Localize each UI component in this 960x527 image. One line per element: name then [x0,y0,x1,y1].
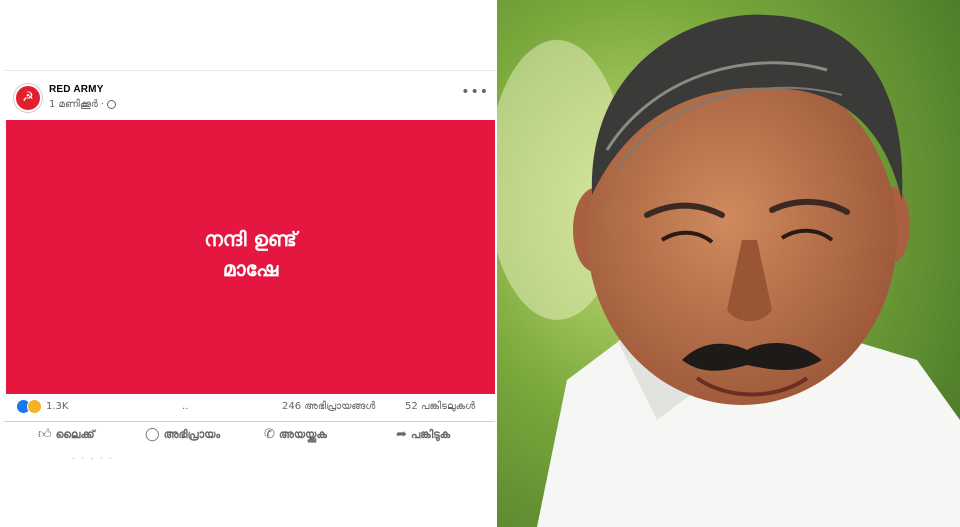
post-image[interactable]: നന്ദി ഉണ്ട് മാഷേ [6,120,495,394]
post-timestamp[interactable]: 1 മണിക്കൂർ [49,99,98,110]
share-arrow-icon: ➦ [396,427,407,442]
image-text-line1: നന്ദി ഉണ്ട് [204,227,297,251]
smiling-man-portrait [497,0,960,527]
comment-label: അഭിപ്രായം [163,427,221,441]
comments-count[interactable]: 246 അഭിപ്രായങ്ങൾ [282,401,375,412]
separator: .. [182,401,189,412]
facebook-post: ☭ RED ARMY 1 മണിക്കൂർ · ••• നന്ദി ഉണ്ട് … [4,70,495,459]
haha-reaction-icon [27,399,42,414]
reactions-summary[interactable]: 1.3K [16,399,68,414]
cropped-comment-row: - · - · · [72,454,114,459]
portrait-photo [497,0,960,527]
image-text-line2: മാഷേ [222,257,279,281]
send-button[interactable]: ✆ അയയ്ക്കുക [264,427,327,442]
share-label: പങ്കിടുക [410,427,451,441]
hammer-sickle-icon: ☭ [22,90,34,105]
page-avatar[interactable]: ☭ [14,84,42,112]
page-name-link[interactable]: RED ARMY [49,84,104,95]
shares-count[interactable]: 52 പങ്കിടലുകൾ [405,401,475,412]
globe-icon [107,100,117,109]
like-label: ലൈക്ക് [55,427,95,441]
like-button[interactable]: 👍︎ ലൈക്ക് [38,427,95,442]
post-counts: 1.3K .. 246 അഭിപ്രായങ്ങൾ 52 പങ്കിടലുകൾ [4,397,495,417]
comment-button[interactable]: ◯ അഭിപ്രായം [145,427,220,442]
post-actions: 👍︎ ലൈക്ക് ◯ അഭിപ്രായം ✆ അയയ്ക്കുക ➦ പങ്ക… [4,421,495,450]
send-label: അയയ്ക്കുക [278,427,327,441]
post-header: ☭ RED ARMY 1 മണിക്കൂർ · ••• [4,71,495,121]
post-meta: 1 മണിക്കൂർ · [49,99,117,110]
whatsapp-icon: ✆ [264,427,275,442]
reaction-count: 1.3K [46,401,69,412]
thumbs-up-icon: 👍︎ [38,427,52,442]
comment-bubble-icon: ◯ [145,427,160,442]
more-options-button[interactable]: ••• [461,85,489,99]
share-button[interactable]: ➦ പങ്കിടുക [396,427,450,442]
